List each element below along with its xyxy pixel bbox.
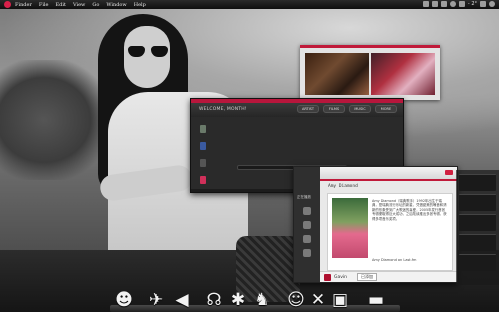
artist-photo[interactable]: [332, 198, 368, 258]
menu-edit[interactable]: Edit: [55, 2, 65, 8]
artist-bio: Amy Diamond（瑞典歌手）1992年出生于瑞典，是瑞典流行乐坛的新星，凭…: [372, 199, 447, 221]
avatar[interactable]: [324, 273, 331, 281]
panel-item[interactable]: [459, 174, 496, 191]
x-icon[interactable]: ✕: [308, 288, 328, 309]
bird-icon[interactable]: ✈: [146, 288, 166, 309]
user-name: Gavin: [334, 274, 348, 280]
status-icon[interactable]: [440, 1, 447, 7]
clock[interactable]: - 2°: [468, 1, 477, 7]
menu-go[interactable]: Go: [92, 2, 99, 8]
chat-sidebar: 正在播放: [294, 167, 320, 282]
photo-widget: [300, 45, 440, 100]
gear-icon[interactable]: ✱: [228, 288, 248, 309]
panel-item[interactable]: [459, 214, 496, 231]
profile-card: Amy Diamond（瑞典歌手）1992年出生于瑞典，是瑞典流行乐坛的新星，凭…: [327, 193, 453, 271]
apple-menu-icon[interactable]: [4, 1, 11, 8]
side-panel: [456, 170, 499, 285]
contact-name[interactable]: Amy Diamond: [328, 184, 358, 189]
panel-item[interactable]: [459, 234, 496, 251]
status-icon[interactable]: [431, 1, 438, 7]
sidebar-label: 正在播放: [297, 195, 311, 199]
battery-icon[interactable]: [480, 1, 486, 7]
headphones-icon[interactable]: ☊: [204, 288, 224, 309]
fox-icon[interactable]: ♞: [252, 288, 272, 309]
chat-header: [320, 167, 457, 181]
bookmark-icon[interactable]: [200, 142, 206, 150]
sidebar-icon[interactable]: [303, 207, 311, 215]
photo-icon[interactable]: ▣: [330, 288, 350, 309]
tab-music[interactable]: MUSIC: [349, 105, 371, 113]
chat-footer: Gavin 已添加: [320, 271, 457, 282]
photo-thumbnail[interactable]: [371, 53, 435, 95]
folder-icon[interactable]: ▬: [366, 288, 386, 309]
status-button[interactable]: 已添加: [357, 273, 378, 281]
volume-icon[interactable]: [449, 1, 456, 7]
sidebar-icon[interactable]: [303, 221, 311, 229]
chat-window: 正在播放 Amy Diamond Amy Diamond（瑞典歌手）1992年出…: [293, 166, 458, 283]
menu-window[interactable]: Window: [106, 2, 126, 8]
tab-artist[interactable]: ARTIST: [297, 105, 319, 113]
sidebar-icon[interactable]: [303, 249, 311, 257]
bookmark-icon[interactable]: [200, 176, 206, 184]
panel-item[interactable]: [459, 254, 496, 271]
status-icon[interactable]: [422, 1, 429, 7]
dock: ☻ ✈ ◀ ☊ ✱ ♞ ☺ ✕ ▣ ▬: [110, 284, 400, 312]
app-sidebar: [200, 125, 206, 184]
cat-icon[interactable]: ☺: [286, 288, 306, 309]
menu-help[interactable]: Help: [134, 2, 146, 8]
panel-item[interactable]: [459, 194, 496, 211]
tab-films[interactable]: FILMS: [323, 105, 345, 113]
close-icon[interactable]: [445, 170, 453, 175]
bookmark-icon[interactable]: [200, 159, 206, 167]
menu-view[interactable]: View: [73, 2, 85, 8]
menu-bar: Finder File Edit View Go Window Help - 2…: [0, 0, 499, 9]
tab-bar: ARTIST FILMS MUSIC MORE: [297, 105, 397, 113]
profile-link[interactable]: Amy Diamond on Last.fm: [372, 258, 416, 262]
menu-finder[interactable]: Finder: [15, 2, 32, 8]
window-title: WELCOME, MONTH!: [199, 107, 247, 112]
status-area: - 2°: [422, 1, 495, 7]
tab-more[interactable]: MORE: [375, 105, 397, 113]
spotlight-icon[interactable]: [489, 1, 495, 7]
menu-file[interactable]: File: [39, 2, 49, 8]
photo-thumbnail[interactable]: [305, 53, 369, 95]
paper-plane-icon[interactable]: ◀: [172, 288, 192, 309]
robot-icon[interactable]: ☻: [114, 288, 134, 309]
sidebar-icon[interactable]: [303, 235, 311, 243]
bookmark-icon[interactable]: [200, 125, 206, 133]
wifi-icon[interactable]: [458, 1, 465, 7]
